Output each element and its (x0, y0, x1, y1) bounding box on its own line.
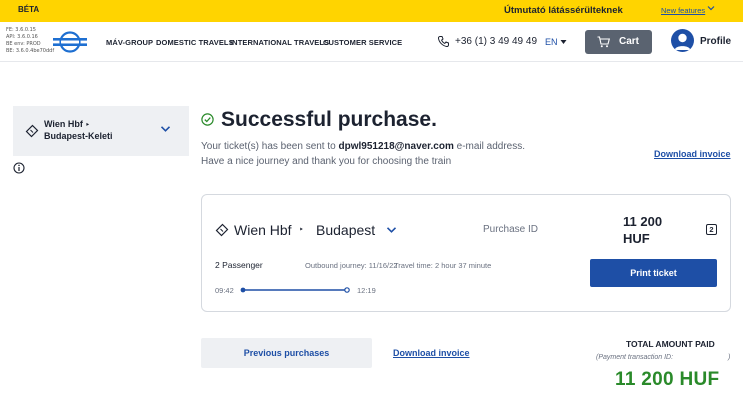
ticket-card: Wien Hbf ‣ Budapest Purchase ID 11 200 H… (201, 194, 731, 312)
cart-button[interactable]: Cart (585, 30, 652, 54)
chevron-down-icon[interactable] (706, 3, 716, 13)
site-header: FE: 3.6.0.15 API: 3.6.0.16 BE env: PROD … (0, 22, 743, 62)
passenger-count: 2 Passenger (215, 260, 263, 270)
ticket-origin: Wien Hbf (234, 222, 292, 238)
price-currency: HUF (623, 231, 650, 246)
recipient-email: dpwl951218@naver.com (338, 141, 454, 152)
new-features-link[interactable]: New features (661, 6, 705, 15)
route-summary-panel[interactable]: Wien Hbf ‣ Budapest-Keleti (13, 106, 189, 156)
version-line: BE: 3.6.0.4be70ddf (6, 48, 55, 54)
phone-number[interactable]: +36 (1) 3 49 49 49 (455, 36, 537, 47)
avatar[interactable] (671, 29, 694, 52)
beta-label: BÉTA (18, 5, 40, 14)
ticket-destination: Budapest (316, 222, 376, 238)
route-origin: Wien Hbf ‣ (44, 119, 90, 129)
payment-transaction-id: (Payment transaction ID: (596, 354, 674, 361)
nav-customer-service[interactable]: CUSTOMER SERVICE (323, 38, 402, 47)
caret-down-icon[interactable] (560, 39, 567, 45)
beta-bar: BÉTA Útmutató látássérülteknek New featu… (0, 0, 743, 22)
purchase-id-label: Purchase ID (483, 224, 539, 235)
info-icon[interactable] (13, 162, 25, 174)
phone-icon (437, 36, 449, 48)
arrival-time: 12:19 (357, 286, 376, 295)
download-invoice-link[interactable]: Download invoice (654, 149, 731, 159)
email-confirmation-text: Your ticket(s) has been sent to dpwl9512… (201, 141, 526, 152)
check-circle-icon (201, 113, 214, 126)
user-icon (674, 33, 691, 50)
print-ticket-button[interactable]: Print ticket (590, 259, 717, 287)
nav-mav-group[interactable]: MÁV-GROUP (106, 38, 153, 47)
version-line: FE: 3.6.0.15 (6, 27, 36, 33)
version-line: API: 3.6.0.16 (6, 34, 38, 40)
price-amount: 11 200 (623, 214, 663, 229)
total-amount-label: TOTAL AMOUNT PAID (626, 339, 715, 349)
language-select[interactable]: EN (545, 37, 558, 47)
page-title: Successful purchase. (221, 108, 437, 131)
payment-transaction-id-end: ) (728, 354, 731, 361)
nav-international-travels[interactable]: INTERNATIONAL TRAVELS (230, 38, 329, 47)
profile-link[interactable]: Profile (700, 36, 731, 47)
version-info: FE: 3.6.0.15 API: 3.6.0.16 BE env: PROD … (6, 27, 54, 55)
ticket-icon (25, 124, 39, 138)
thank-you-text: Have a nice journey and thank you for ch… (201, 156, 452, 167)
route-arrow: ‣ (299, 225, 304, 234)
passenger-count-icon[interactable]: 2 (706, 224, 717, 235)
route-destination: Budapest-Keleti (44, 131, 113, 141)
nav-domestic-travels[interactable]: DOMESTIC TRAVELS (156, 38, 234, 47)
cart-icon (597, 36, 610, 48)
ticket-icon (215, 223, 229, 237)
previous-purchases-button[interactable]: Previous purchases (201, 338, 372, 368)
chevron-down-icon[interactable] (386, 226, 397, 234)
total-amount: 11 200 HUF (615, 369, 720, 390)
departure-time: 09:42 (215, 286, 234, 295)
outbound-date: Outbound journey: 11/16/22 (305, 261, 398, 270)
download-invoice-link[interactable]: Download invoice (393, 348, 470, 358)
ticket-price: 11 200 HUF (623, 213, 662, 247)
accessibility-link[interactable]: Útmutató látássérülteknek (504, 5, 623, 16)
journey-timeline (240, 287, 350, 293)
mav-logo[interactable] (52, 31, 88, 53)
version-line: BE env: PROD (6, 41, 41, 47)
chevron-down-icon[interactable] (160, 125, 171, 133)
cart-label: Cart (619, 36, 640, 47)
travel-time: Travel time: 2 hour 37 minute (394, 261, 492, 270)
